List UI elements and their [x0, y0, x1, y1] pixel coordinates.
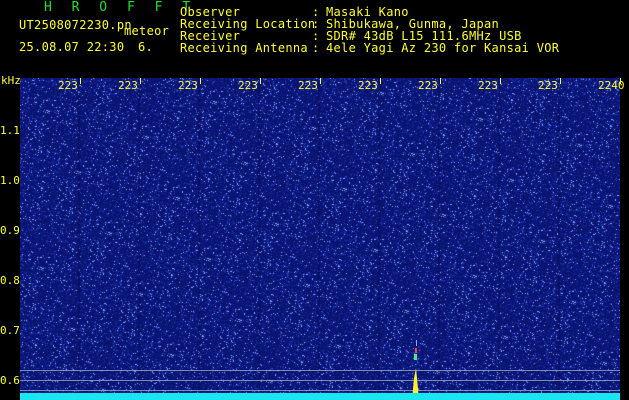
spectrogram: [20, 78, 620, 400]
y-tick-label: 0.9: [0, 224, 20, 237]
x-tick-mark: [140, 78, 141, 84]
x-tick-mark: [560, 78, 561, 84]
x-tick-label: 223: [238, 79, 258, 92]
y-tick-label: 1.1: [0, 124, 20, 137]
count-value: 6.: [138, 40, 154, 54]
file-name: UT2508072230.pn: [19, 18, 132, 32]
x-tick-mark: [320, 78, 321, 84]
x-tick-mark: [80, 78, 81, 84]
antenna-value: 4ele Yagi Az 230 for Kansai VOR: [326, 41, 560, 55]
right-border: [620, 78, 629, 400]
x-tick-label: 223: [178, 79, 198, 92]
program-title: H R O F F T: [44, 0, 197, 15]
x-tick-mark: [380, 78, 381, 84]
x-tick-mark: [500, 78, 501, 84]
x-tick-label: 223: [358, 79, 378, 92]
antenna-label: Receiving Antenna: [180, 41, 308, 55]
x-tick-mark: [260, 78, 261, 84]
x-tick-label: 223: [118, 79, 138, 92]
x-tick-label: 223: [58, 79, 78, 92]
x-tick-mark: [620, 78, 621, 84]
y-tick-label: 1.0: [0, 174, 20, 187]
x-tick-mark: [200, 78, 201, 84]
meteor-echo: [412, 340, 419, 400]
timestamp: 25.08.07 22:30: [19, 40, 125, 54]
y-axis-unit: kHz: [1, 74, 21, 87]
x-tick-label: 223: [418, 79, 438, 92]
mode-label: meteor: [124, 24, 170, 38]
y-tick-label: 0.6: [0, 374, 20, 387]
y-tick-label: 0.7: [0, 324, 20, 337]
x-tick-label: 223: [298, 79, 318, 92]
signal-baseline: [20, 393, 620, 400]
x-tick-label: 223: [478, 79, 498, 92]
y-tick-label: 0.8: [0, 274, 20, 287]
x-tick-label: 223: [538, 79, 558, 92]
antenna-colon: :: [312, 41, 320, 55]
hrofft-window: H R O F F T UT2508072230.pn meteor 25.08…: [0, 0, 629, 400]
x-tick-mark: [440, 78, 441, 84]
